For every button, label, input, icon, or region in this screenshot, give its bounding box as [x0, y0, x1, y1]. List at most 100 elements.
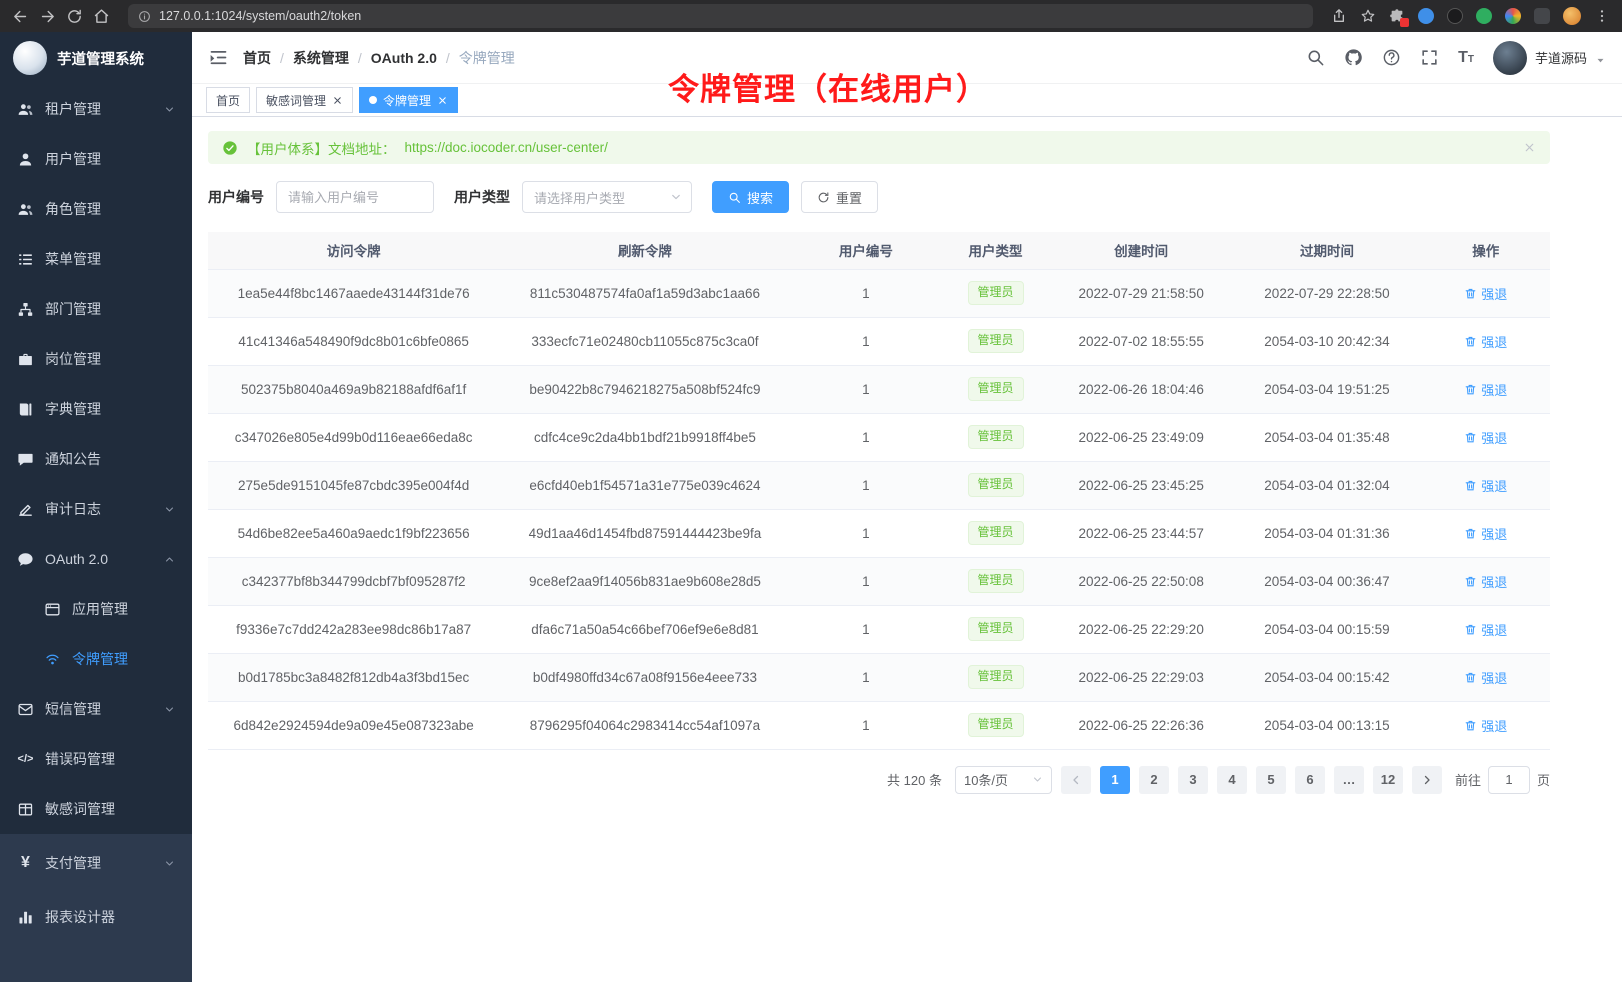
force-logout-button[interactable]: 强退 [1464, 572, 1507, 591]
table-header-row: 访问令牌刷新令牌用户编号用户类型创建时间过期时间操作 [208, 232, 1550, 269]
help-icon[interactable] [1382, 48, 1401, 67]
prev-page-button[interactable] [1061, 766, 1091, 794]
page-number-button[interactable]: 12 [1373, 766, 1403, 794]
breadcrumb-label[interactable]: 系统管理 [293, 48, 349, 68]
sidebar-item[interactable]: 用户管理 [0, 134, 192, 184]
doc-alert: 【用户体系】文档地址： https://doc.iocoder.cn/user-… [208, 131, 1550, 164]
user-type-cell: 管理员 [941, 701, 1049, 749]
force-logout-button[interactable]: 强退 [1464, 620, 1507, 639]
reset-button[interactable]: 重置 [801, 181, 878, 213]
breadcrumb-item[interactable]: 首页 / [243, 48, 284, 68]
user-id-input[interactable] [276, 181, 434, 213]
tab[interactable]: 令牌管理 [359, 87, 458, 113]
doc-link[interactable]: https://doc.iocoder.cn/user-center/ [405, 140, 608, 155]
force-logout-button[interactable]: 强退 [1464, 668, 1507, 687]
extension-icon-blue[interactable] [1418, 8, 1434, 24]
font-size-icon[interactable]: TT [1458, 49, 1474, 67]
breadcrumb-label[interactable]: OAuth 2.0 [371, 50, 437, 66]
user-type-select[interactable]: 请选择用户类型 [522, 181, 692, 213]
browser-forward-icon[interactable] [39, 8, 56, 25]
page-size-select[interactable]: 10条/页 [955, 766, 1052, 794]
page-number-button[interactable]: 3 [1178, 766, 1208, 794]
sidebar-item[interactable]: ¥ 支付管理 [0, 836, 192, 890]
browser-back-icon[interactable] [12, 8, 29, 25]
force-logout-button[interactable]: 强退 [1464, 716, 1507, 735]
breadcrumb-item[interactable]: 系统管理 / [293, 48, 362, 68]
github-icon[interactable] [1344, 48, 1363, 67]
user-menu[interactable]: 芋道源码 [1493, 41, 1606, 75]
user-type-cell: 管理员 [941, 269, 1049, 317]
user-type-cell: 管理员 [941, 317, 1049, 365]
sidebar-item[interactable]: 令牌管理 [0, 634, 192, 684]
sidebar-item[interactable]: 角色管理 [0, 184, 192, 234]
user-type-badge: 管理员 [968, 425, 1024, 449]
breadcrumb-item[interactable]: OAuth 2.0 / [371, 50, 450, 66]
extensions-icon[interactable] [1389, 8, 1405, 24]
tab-close-icon[interactable] [437, 95, 448, 106]
share-icon[interactable] [1331, 8, 1347, 24]
search-icon[interactable] [1306, 48, 1325, 67]
sidebar-item[interactable]: 通知公告 [0, 434, 192, 484]
page-number-button[interactable]: 5 [1256, 766, 1286, 794]
sidebar-item[interactable]: 敏感词管理 [0, 784, 192, 834]
sidebar-item[interactable]: OAuth 2.0 [0, 534, 192, 584]
breadcrumb-label[interactable]: 首页 [243, 48, 271, 68]
tab[interactable]: 首页 [206, 87, 250, 113]
page-number-button[interactable]: 6 [1295, 766, 1325, 794]
sidebar-item[interactable]: 部门管理 [0, 284, 192, 334]
browser-menu-icon[interactable] [1594, 8, 1610, 24]
page-number-button[interactable]: … [1334, 766, 1364, 794]
tab[interactable]: 敏感词管理 [256, 87, 353, 113]
sidebar-item[interactable]: 报表设计器 [0, 890, 192, 944]
tab-label: 敏感词管理 [266, 92, 326, 109]
sidebar-item[interactable]: 岗位管理 [0, 334, 192, 384]
page-header: 首页 / 系统管理 / OAuth 2.0 / 令牌管理 / TT [192, 32, 1622, 84]
sidebar-item[interactable]: 短信管理 [0, 684, 192, 734]
search-button[interactable]: 搜索 [712, 181, 789, 213]
user-type-cell: 管理员 [941, 461, 1049, 509]
access-token-cell: 502375b8040a469a9b82188afdf6af1f [208, 365, 499, 413]
alert-close-icon[interactable] [1523, 141, 1536, 154]
action-cell: 强退 [1421, 269, 1550, 317]
extension-icon-colorful[interactable] [1505, 8, 1521, 24]
site-info-icon[interactable] [138, 10, 151, 23]
breadcrumb-item[interactable]: 令牌管理 / [459, 48, 515, 68]
extension-icon-square[interactable] [1534, 8, 1550, 24]
sidebar-menu: 租户管理 用户管理 角色管理 菜单管理 [0, 84, 192, 834]
search-button-label: 搜索 [747, 188, 773, 207]
bookmark-star-icon[interactable] [1360, 8, 1376, 24]
force-logout-button[interactable]: 强退 [1464, 428, 1507, 447]
goto-page-input[interactable] [1488, 766, 1530, 794]
user-type-cell: 管理员 [941, 509, 1049, 557]
force-logout-button[interactable]: 强退 [1464, 476, 1507, 495]
tab-close-icon[interactable] [332, 95, 343, 106]
sidebar-item[interactable]: 应用管理 [0, 584, 192, 634]
next-page-button[interactable] [1412, 766, 1442, 794]
extension-icon-green[interactable] [1476, 8, 1492, 24]
browser-refresh-icon[interactable] [66, 8, 83, 25]
page-number-button[interactable]: 2 [1139, 766, 1169, 794]
browser-profile-avatar[interactable] [1563, 7, 1581, 25]
sidebar-collapse-icon[interactable] [208, 47, 229, 68]
refresh-icon [817, 191, 830, 204]
sidebar-item[interactable]: 审计日志 [0, 484, 192, 534]
breadcrumb-label[interactable]: 令牌管理 [459, 48, 515, 68]
sidebar-item[interactable]: </> 错误码管理 [0, 734, 192, 784]
force-logout-button[interactable]: 强退 [1464, 524, 1507, 543]
page-number-button[interactable]: 1 [1100, 766, 1130, 794]
browser-home-icon[interactable] [93, 8, 110, 25]
extension-icon-dark[interactable] [1447, 8, 1463, 24]
address-bar[interactable]: 127.0.0.1:1024/system/oauth2/token [128, 4, 1313, 28]
fullscreen-icon[interactable] [1420, 48, 1439, 67]
app-logo[interactable]: 芋道管理系统 [0, 32, 192, 84]
pagination: 共 120 条 10条/页 1 2 3 [208, 766, 1550, 794]
sidebar-item[interactable]: 菜单管理 [0, 234, 192, 284]
force-logout-button[interactable]: 强退 [1464, 332, 1507, 351]
sidebar-item[interactable]: 租户管理 [0, 84, 192, 134]
force-logout-button[interactable]: 强退 [1464, 284, 1507, 303]
page-number-button[interactable]: 4 [1217, 766, 1247, 794]
action-cell: 强退 [1421, 701, 1550, 749]
force-logout-button[interactable]: 强退 [1464, 380, 1507, 399]
force-logout-label: 强退 [1481, 524, 1507, 543]
sidebar-item[interactable]: 字典管理 [0, 384, 192, 434]
